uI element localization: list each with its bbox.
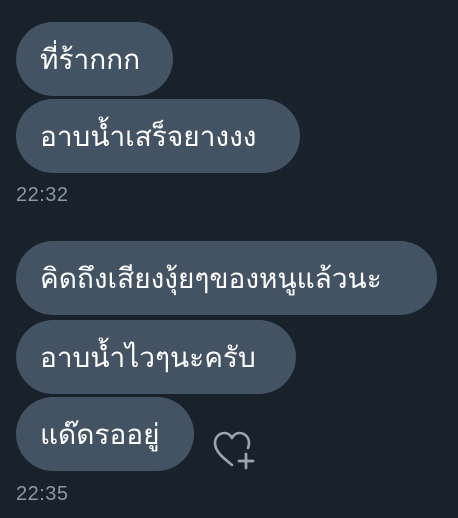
- message-bubble[interactable]: ที่ร้ากกก: [16, 22, 173, 96]
- message-bubble[interactable]: คิดถึงเสียงงุ้ยๆของหนูแล้วนะ: [16, 241, 437, 315]
- message-timestamp: 22:35: [16, 483, 69, 505]
- message-bubble[interactable]: อาบน้ำเสร็จยางงง: [16, 99, 300, 173]
- message-bubble[interactable]: อาบน้ำไวๆนะครับ: [16, 320, 296, 394]
- heart-plus-icon[interactable]: [210, 424, 262, 472]
- message-text: อาบน้ำไวๆนะครับ: [40, 341, 256, 374]
- message-text: ที่ร้ากกก: [40, 43, 141, 76]
- message-text: คิดถึงเสียงงุ้ยๆของหนูแล้วนะ: [40, 262, 382, 295]
- message-text: แด๊ดรออยู่: [40, 418, 160, 451]
- message-bubble[interactable]: แด๊ดรออยู่: [16, 397, 194, 471]
- message-text: อาบน้ำเสร็จยางงง: [40, 120, 257, 153]
- message-timestamp: 22:32: [16, 184, 69, 206]
